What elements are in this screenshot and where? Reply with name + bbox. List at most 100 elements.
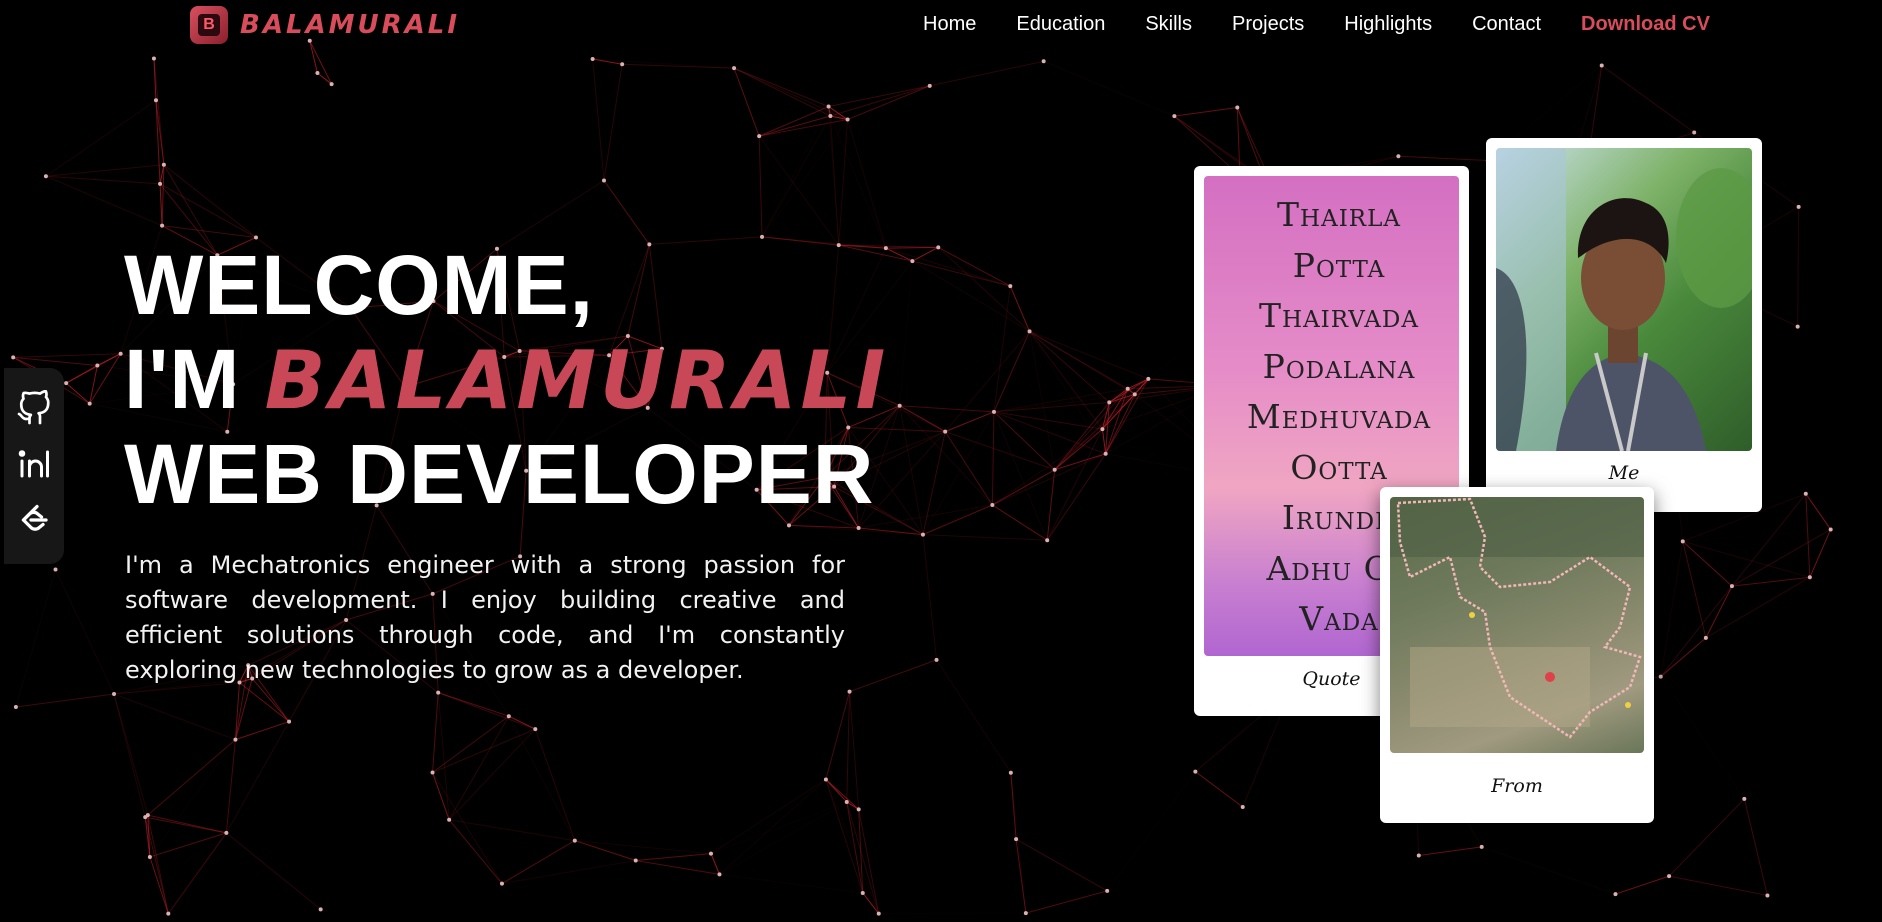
network-node <box>1803 491 1808 496</box>
network-node <box>1008 284 1013 289</box>
network-node <box>717 872 722 877</box>
hero-title: WELCOME, I'M BALAMURALI WEB DEVELOPER <box>124 238 889 521</box>
network-line <box>922 534 938 660</box>
network-line <box>575 841 720 875</box>
network-line <box>922 504 993 536</box>
download-cv-link[interactable]: Download CV <box>1581 13 1710 36</box>
nav-education[interactable]: Education <box>1016 13 1105 36</box>
network-line <box>993 411 1103 430</box>
network-node <box>1107 400 1112 405</box>
hero-line-name: I'M BALAMURALI <box>124 332 889 427</box>
network-line <box>929 60 1044 87</box>
network-node <box>1014 837 1019 842</box>
network-line <box>45 175 161 185</box>
network-line <box>1660 541 1684 677</box>
network-line <box>993 401 1110 413</box>
nav-skills[interactable]: Skills <box>1145 13 1192 36</box>
network-line <box>945 431 1055 471</box>
network-line <box>13 353 121 358</box>
me-card[interactable]: Me <box>1486 138 1762 512</box>
region-boundary <box>1390 497 1644 739</box>
map-card[interactable]: From <box>1380 487 1654 823</box>
network-line <box>55 569 115 695</box>
network-line <box>1731 576 1810 587</box>
network-line <box>758 106 829 137</box>
network-node <box>823 777 828 782</box>
network-node <box>143 815 148 820</box>
network-node <box>151 56 156 61</box>
network-line <box>1418 846 1482 856</box>
network-line <box>825 691 851 780</box>
network-line <box>759 115 831 137</box>
network-line <box>847 119 887 249</box>
network-node <box>147 854 152 859</box>
social-sidebar <box>4 368 64 564</box>
network-line <box>733 67 848 121</box>
network-line <box>145 816 227 834</box>
nav-home[interactable]: Home <box>923 13 976 36</box>
network-line <box>1797 206 1800 327</box>
network-line <box>1046 428 1103 541</box>
network-node <box>1828 527 1833 532</box>
network-line <box>1174 107 1238 117</box>
network-line <box>922 431 946 535</box>
network-node <box>329 82 334 87</box>
network-line <box>432 728 536 774</box>
network-node <box>934 657 939 662</box>
nav-contact[interactable]: Contact <box>1472 13 1541 36</box>
hero-description: I'm a Mechatronics engineer with a stron… <box>125 551 845 684</box>
network-node <box>927 83 932 88</box>
network-line <box>899 405 994 413</box>
network-node <box>1795 324 1800 329</box>
network-line <box>992 469 1055 506</box>
github-icon[interactable] <box>16 390 52 426</box>
network-node <box>506 714 511 719</box>
network-node <box>1742 796 1747 801</box>
network-node <box>1680 539 1685 544</box>
network-node <box>787 523 792 528</box>
network-line <box>992 504 1048 541</box>
network-line <box>829 115 887 249</box>
network-node <box>1100 427 1105 432</box>
network-line <box>759 119 848 137</box>
map-caption: From <box>1491 775 1543 797</box>
network-node <box>287 719 292 724</box>
network-line <box>149 856 169 914</box>
network-line <box>603 180 650 245</box>
network-line <box>15 693 115 708</box>
quote-line: Medhuvada <box>1246 397 1432 436</box>
network-line <box>922 534 1048 541</box>
leetcode-icon[interactable] <box>16 502 52 538</box>
quote-line: Thairvada <box>1259 296 1419 335</box>
quote-line: Ootta <box>1290 447 1388 487</box>
network-node <box>87 401 92 406</box>
network-line <box>1661 677 1745 799</box>
network-line <box>830 85 930 117</box>
network-node <box>1193 769 1198 774</box>
nav-highlights[interactable]: Highlights <box>1344 13 1432 36</box>
network-line <box>937 246 1030 332</box>
network-line <box>13 356 98 366</box>
network-line <box>846 691 851 802</box>
network-line <box>149 832 227 858</box>
network-node <box>1103 451 1108 456</box>
network-line <box>113 693 236 741</box>
nav-projects[interactable]: Projects <box>1232 13 1304 36</box>
network-line <box>432 715 510 773</box>
network-node <box>856 526 861 531</box>
network-line <box>432 692 439 773</box>
hero-line-role: WEB DEVELOPER <box>124 427 875 521</box>
network-line <box>226 832 321 910</box>
brand-logo[interactable]: B BALAMURALI <box>190 6 460 44</box>
network-line <box>923 470 1055 535</box>
network-line <box>1015 838 1108 892</box>
network-line <box>1809 529 1832 578</box>
network-line <box>991 411 995 505</box>
network-line <box>829 115 840 246</box>
network-line <box>45 164 164 177</box>
network-line <box>508 715 576 841</box>
network-line <box>1195 771 1244 808</box>
network-line <box>1025 890 1108 914</box>
network-line <box>1107 772 1195 891</box>
linkedin-icon[interactable] <box>16 446 52 482</box>
